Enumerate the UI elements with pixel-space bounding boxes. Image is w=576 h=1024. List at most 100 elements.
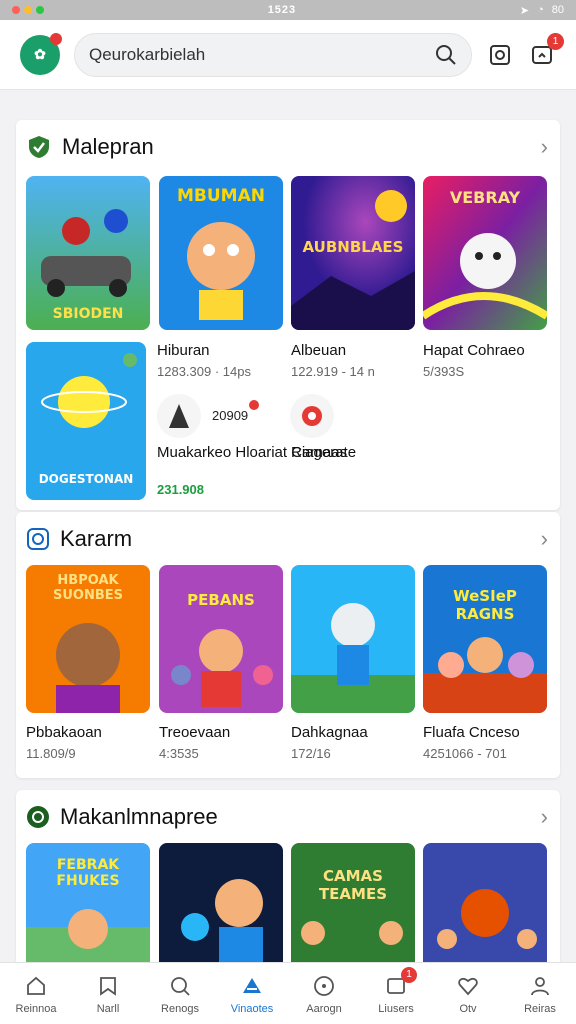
nav-label: Vinaotes	[230, 1002, 274, 1015]
game-tile[interactable]: CAMAS TEAMES	[291, 843, 415, 962]
game-name[interactable]: Pbbakaoan	[26, 724, 102, 741]
section-title: Malepran	[62, 134, 154, 159]
tile-art-title: MBUMAN	[177, 186, 265, 206]
camera-button[interactable]	[486, 41, 514, 69]
heart-icon	[455, 973, 481, 999]
close-dot	[12, 6, 20, 14]
section-header[interactable]: Malepran ›	[26, 132, 548, 162]
warrior-icon	[169, 404, 189, 428]
location-icon: ➤	[519, 4, 530, 17]
status-bar: 1523 ➤ ◔ 80	[0, 0, 576, 20]
mini-app-count: 20909	[212, 408, 249, 423]
notifications-button[interactable]: 1	[528, 32, 564, 69]
game-meta: 1283.309 · 14ps	[157, 364, 251, 379]
game-name[interactable]: Albeuan	[291, 342, 346, 359]
game-tile[interactable]: PEBANS	[159, 565, 283, 713]
section-makanlmnapree: Makanlmnapree › FEBRAK FHUKES CAMAS TEAM…	[16, 790, 560, 962]
search-icon	[167, 973, 193, 999]
featured-game-tile[interactable]: DOGESTONAN	[26, 342, 146, 500]
nav-label: Narll	[96, 1002, 120, 1015]
game-meta: 4:3535	[159, 746, 199, 761]
mini-app-icon[interactable]	[157, 394, 201, 438]
bottom-navigation: Reinnoa Narll Renogs Vinaotes Aarogn 1 L…	[0, 962, 576, 1024]
tile-art-title: FEBRAK FHUKES	[56, 857, 120, 889]
game-tile[interactable]: WeSIeP RAGNS	[423, 565, 547, 713]
instagram-icon	[27, 528, 49, 550]
nav-label: Renogs	[161, 1002, 199, 1015]
game-tile[interactable]	[159, 843, 283, 962]
game-tile[interactable]: AUBNBLAES	[291, 176, 415, 330]
nav-item-bookmark[interactable]: Narll	[72, 963, 144, 1024]
nav-item-favorites[interactable]: Otv	[432, 963, 504, 1024]
section-kararm: Kararm › HBPOAK SUONBES PEBANS WeSIeP RA…	[16, 512, 560, 778]
game-name[interactable]: Dahkagnaa	[291, 724, 368, 741]
top-bar: ✿ Qeurokarbielah 1	[0, 20, 576, 90]
chevron-right-icon[interactable]: ›	[541, 526, 548, 552]
game-name[interactable]: Hapat Cohraeo	[423, 342, 525, 359]
game-tile[interactable]: SBIODEN	[26, 176, 150, 330]
nav-item-home[interactable]: Reinnoa	[0, 963, 72, 1024]
chevron-right-icon[interactable]: ›	[541, 134, 548, 160]
app-logo[interactable]: ✿	[20, 32, 62, 75]
game-meta: 231.908	[157, 482, 204, 497]
search-icon[interactable]	[435, 44, 457, 66]
game-tile[interactable]	[291, 565, 415, 713]
nav-label: Reinnoa	[15, 1002, 57, 1015]
tile-art-title: AUBNBLAES	[302, 238, 404, 256]
nav-label: Aarogn	[306, 1002, 342, 1015]
status-icons: ➤ ◔ 80	[520, 4, 564, 17]
game-meta: 4251066 - 701	[423, 746, 507, 761]
tile-art-title: DOGESTONAN	[38, 472, 134, 486]
compass-icon	[311, 973, 337, 999]
nav-label: Reiras	[524, 1002, 556, 1015]
wifi-icon: ◔	[537, 4, 544, 16]
game-meta: 122.919 - 14 n	[291, 364, 375, 379]
nav-label: Otv	[459, 1002, 477, 1015]
tile-art-title: WeSIeP RAGNS	[453, 587, 517, 623]
nav-item-explore[interactable]: Aarogn	[288, 963, 360, 1024]
inbox-icon: 1	[383, 966, 417, 999]
battery-level: 80	[551, 4, 564, 16]
section-malepran: Malepran › SBIODEN MBUMAN AUBNBLAES VEBR…	[16, 120, 560, 510]
game-tile[interactable]: FEBRAK FHUKES	[26, 843, 150, 962]
tile-art-title: VEBRAY	[449, 188, 521, 207]
game-name[interactable]: Hiburan	[157, 342, 210, 359]
nav-item-inbox[interactable]: 1 Liusers	[360, 963, 432, 1024]
search-bar[interactable]: Qeurokarbielah	[74, 32, 472, 77]
game-tile[interactable]: MBUMAN	[159, 176, 283, 330]
game-tile[interactable]: VEBRAY	[423, 176, 547, 330]
game-name[interactable]: Fluafa Cnceso	[423, 724, 520, 741]
search-input[interactable]: Qeurokarbielah	[89, 45, 435, 65]
notification-count: 1	[547, 32, 564, 50]
nav-label: Liusers	[378, 1002, 414, 1015]
tile-art-title: PEBANS	[187, 591, 255, 609]
nav-item-search[interactable]: Renogs	[144, 963, 216, 1024]
game-tile[interactable]	[423, 843, 547, 962]
shield-check-icon	[29, 136, 49, 158]
section-title: Makanlmnapree	[60, 804, 218, 829]
game-meta: 11.809/9	[26, 746, 76, 761]
game-name[interactable]: Riagerate	[291, 444, 356, 461]
tile-art-title: CAMAS TEAMES	[318, 867, 388, 903]
profile-icon	[527, 973, 553, 999]
section-header[interactable]: Kararm ›	[26, 524, 548, 554]
section-title: Kararm	[60, 526, 133, 551]
section-header[interactable]: Makanlmnapree ›	[26, 802, 548, 832]
mini-app-icon[interactable]	[290, 394, 334, 438]
nav-item-profile[interactable]: Reiras	[504, 963, 576, 1024]
chevron-right-icon[interactable]: ›	[541, 804, 548, 830]
game-meta: 172/16	[291, 746, 331, 761]
camera-icon	[490, 44, 510, 65]
game-meta: 5/393S	[423, 364, 465, 379]
status-time: 1523	[267, 4, 297, 16]
logo-badge	[50, 32, 62, 45]
logo-glyph-icon: ✿	[34, 46, 46, 62]
maximize-dot	[36, 6, 44, 14]
minimize-dot	[24, 6, 32, 14]
nav-item-games[interactable]: Vinaotes	[216, 963, 288, 1024]
game-tile[interactable]: HBPOAK SUONBES	[26, 565, 150, 713]
tile-art-title: SBIODEN	[52, 306, 124, 322]
badge-icon	[27, 806, 49, 828]
game-name[interactable]: Treoevaan	[159, 724, 230, 741]
nav-badge: 1	[401, 966, 417, 983]
